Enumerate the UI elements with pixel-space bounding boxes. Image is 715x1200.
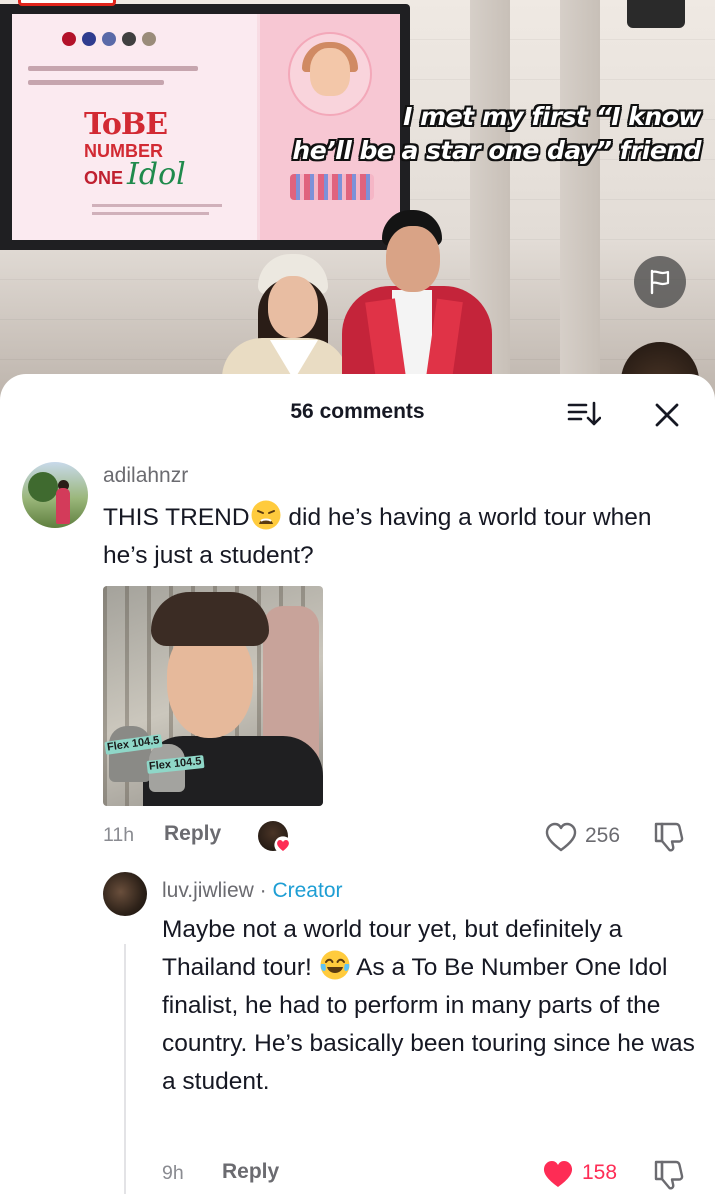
video-background: ToBE NUMBER ONE Idol I met my first “I kn…: [0, 0, 715, 400]
heart-outline-icon[interactable]: [544, 821, 578, 853]
comment-text: THIS TREND did he’s having a world tour …: [103, 499, 693, 575]
thumbs-down-icon[interactable]: [652, 1158, 686, 1192]
avatar-tree: [28, 472, 58, 502]
heart-filled-icon[interactable]: [541, 1158, 575, 1190]
logo-one: ONE: [84, 168, 124, 188]
video-caption: I met my first “I know he’ll be a star o…: [292, 100, 701, 168]
logo-to-be: ToBE: [84, 107, 168, 142]
to-be-number-one-idol-logo: ToBE NUMBER ONE Idol: [84, 110, 214, 190]
comment-count-title: 56 comments: [290, 400, 425, 423]
comment-attached-image[interactable]: Flex 104.5 Flex 104.5: [103, 586, 323, 806]
image-hair: [151, 592, 269, 646]
weary-face-emoji-icon: [251, 500, 281, 530]
poster-text-lines: [28, 66, 198, 94]
avatar[interactable]: [22, 462, 88, 528]
sponsor-logos: [62, 32, 156, 46]
microphone: [109, 726, 151, 782]
reply-text: Maybe not a world tour yet, but definite…: [162, 911, 702, 1101]
like-count: 256: [585, 824, 621, 847]
caption-line-2: he’ll be a star one day” friend: [292, 136, 701, 165]
thumbs-down-icon[interactable]: [652, 820, 686, 854]
comment-text-part: THIS TREND: [103, 504, 250, 531]
reply-button[interactable]: Reply: [164, 822, 221, 846]
close-button[interactable]: [648, 396, 686, 434]
poster-left: ToBE NUMBER ONE Idol: [12, 14, 257, 240]
comments-sheet: 56 comments adilahnzr THIS TREND did he’…: [0, 374, 715, 1200]
poster-group-photo: [290, 174, 374, 200]
creator-liked-heart-icon: [274, 836, 292, 854]
flag-icon: [650, 269, 670, 295]
sort-icon: [567, 401, 601, 426]
username-separator: ·: [253, 879, 273, 902]
like-count: 158: [582, 1161, 618, 1184]
avatar[interactable]: [103, 872, 147, 916]
creator-badge: Creator: [272, 879, 343, 902]
caption-line-1: I met my first “I know: [403, 102, 701, 131]
sort-button[interactable]: [566, 396, 602, 432]
poster-date-lines: [92, 204, 222, 220]
reply-username-row: luv.jiwliew · Creator: [162, 879, 343, 903]
comment-username[interactable]: adilahnzr: [103, 464, 188, 488]
reply-button[interactable]: Reply: [222, 1160, 279, 1184]
girl-face: [268, 276, 318, 338]
comments-header: 56 comments: [0, 374, 715, 450]
poster-portrait-face: [310, 48, 350, 96]
avatar-person: [56, 488, 70, 524]
boy-face: [386, 226, 440, 292]
close-icon: [655, 403, 679, 427]
report-button[interactable]: [634, 256, 686, 308]
logo-idol: Idol: [127, 157, 186, 192]
comment-timestamp: 11h: [103, 824, 135, 846]
wall-pillar: [560, 0, 600, 400]
comment-timestamp: 9h: [162, 1162, 184, 1184]
ceiling-speaker: [627, 0, 685, 28]
reply-thread-line: [124, 944, 126, 1194]
comment-username[interactable]: luv.jiwliew: [162, 879, 254, 902]
top-tab-indicator: [18, 0, 116, 6]
tears-of-joy-emoji-icon: [320, 950, 350, 980]
